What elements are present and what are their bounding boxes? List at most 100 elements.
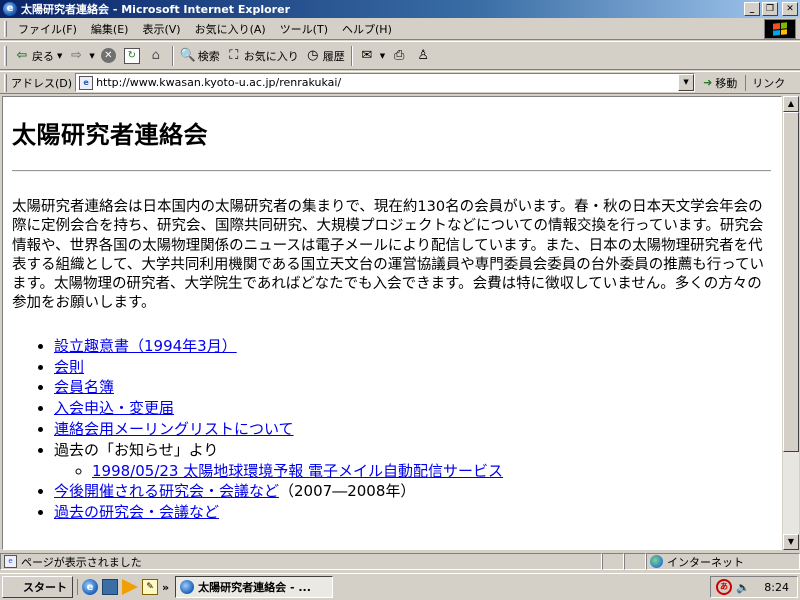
favorites-label: お気に入り	[243, 49, 299, 63]
past-news-sublist: 1998/05/23 太陽地球環境予報 電子メイル自動配信サービス	[92, 461, 771, 482]
prospectus-link[interactable]: 設立趣意書（1994年3月）	[54, 337, 237, 355]
address-input[interactable]: e http://www.kwasan.kyoto-u.ac.jp/renrak…	[75, 73, 696, 92]
toolbar-separator-2	[350, 45, 353, 66]
back-label: 戻る	[32, 49, 54, 63]
list-item: 1998/05/23 太陽地球環境予報 電子メイル自動配信サービス	[92, 461, 771, 482]
go-arrow-icon: ➜	[703, 76, 713, 89]
back-button[interactable]: ⇦ 戻る ▼	[11, 44, 65, 68]
page-viewport: 太陽研究者連絡会 太陽研究者連絡会は日本国内の太陽研究者の集まりで、現在約130…	[2, 96, 782, 550]
windows-flag-icon	[6, 581, 20, 593]
stop-button[interactable]: ✕	[98, 44, 121, 68]
past-meetings-link[interactable]: 過去の研究会・会議など	[54, 503, 219, 521]
media-player-icon[interactable]	[122, 579, 138, 595]
close-button[interactable]: ✕	[782, 2, 798, 16]
menu-help[interactable]: ヘルプ(H)	[335, 21, 399, 37]
restore-button[interactable]: ❐	[762, 2, 778, 16]
history-icon: ◷	[307, 48, 319, 63]
start-button[interactable]: スタート	[2, 576, 73, 598]
windows-logo	[764, 19, 796, 39]
list-item: 連絡会用メーリングリストについて	[54, 419, 771, 440]
zone-panel: インターネット	[646, 553, 800, 570]
menu-edit[interactable]: 編集(E)	[84, 21, 136, 37]
minimize-button[interactable]: _	[744, 2, 760, 16]
internet-globe-icon	[650, 555, 663, 568]
history-label: 履歴	[322, 49, 345, 63]
search-label: 検索	[197, 49, 220, 63]
favorites-button[interactable]: ⛶ お気に入り	[223, 44, 302, 68]
address-label: アドレス(D)	[11, 76, 73, 90]
menu-favorites[interactable]: お気に入り(A)	[188, 21, 273, 37]
links-button[interactable]: リンク	[745, 74, 785, 91]
rules-link[interactable]: 会則	[54, 358, 84, 376]
ie-window: e 太陽研究者連絡会 - Microsoft Internet Explorer…	[0, 0, 800, 600]
page-icon: e	[79, 75, 94, 90]
scroll-thumb[interactable]	[783, 112, 799, 452]
list-item: 会則	[54, 357, 771, 378]
roster-link[interactable]: 会員名簿	[54, 378, 114, 396]
menu-bar: ファイル(F) 編集(E) 表示(V) お気に入り(A) ツール(T) ヘルプ(…	[0, 18, 800, 40]
quick-launch: e ✎ »	[77, 579, 169, 595]
taskbar-window-label: 太陽研究者連絡会 - ...	[198, 581, 311, 594]
search-icon: 🔍	[179, 48, 196, 63]
ie-quicklaunch-icon[interactable]: e	[82, 579, 98, 595]
mail-button[interactable]: ✉ ▼	[356, 44, 388, 68]
print-button[interactable]: ⎙	[388, 44, 412, 68]
printer-icon: ⎙	[393, 48, 405, 63]
vertical-scrollbar[interactable]: ▲ ▼	[782, 96, 799, 550]
system-tray: あ 🔈 8:24	[710, 576, 798, 598]
go-label: 移動	[715, 76, 738, 90]
mail-dropdown-icon[interactable]: ▼	[380, 52, 385, 60]
favorites-icon: ⛶	[229, 48, 239, 63]
toolbar-grip	[4, 45, 7, 66]
go-button[interactable]: ➜ 移動	[703, 75, 737, 91]
home-button[interactable]: ⌂	[145, 44, 169, 68]
standard-toolbar: ⇦ 戻る ▼ ⇨ ▼ ✕ ↻ ⌂ 🔍 検索 ⛶ お気に入り ◷ 履歴 ✉ ▼ ⎙…	[0, 41, 800, 70]
intro-paragraph: 太陽研究者連絡会は日本国内の太陽研究者の集まりで、現在約130名の会員がいます。…	[12, 199, 764, 312]
back-dropdown-icon[interactable]: ▼	[57, 52, 62, 60]
forward-button[interactable]: ⇨ ▼	[65, 44, 97, 68]
past-news-link[interactable]: 1998/05/23 太陽地球環境予報 電子メイル自動配信サービス	[92, 462, 503, 480]
refresh-button[interactable]: ↻	[121, 44, 145, 68]
list-item: 入会申込・変更届	[54, 398, 771, 419]
windows-flag-icon	[773, 22, 787, 36]
status-text: ページが表示されました	[21, 555, 142, 569]
list-item: 会員名簿	[54, 377, 771, 398]
title-bar: e 太陽研究者連絡会 - Microsoft Internet Explorer…	[0, 0, 800, 18]
quicklaunch-more-icon[interactable]: »	[162, 581, 169, 594]
menu-view[interactable]: 表示(V)	[135, 21, 187, 37]
editor-icon[interactable]: ✎	[142, 579, 158, 595]
window-title: 太陽研究者連絡会 - Microsoft Internet Explorer	[21, 3, 290, 16]
menu-tools[interactable]: ツール(T)	[273, 21, 335, 37]
history-button[interactable]: ◷ 履歴	[302, 44, 348, 68]
upcoming-period-note: （2007―2008年）	[279, 482, 416, 501]
messenger-button[interactable]: ♙	[412, 44, 436, 68]
mail-icon: ✉	[361, 48, 373, 63]
forward-dropdown-icon[interactable]: ▼	[89, 52, 94, 60]
taskbar: スタート e ✎ » 太陽研究者連絡会 - ... あ 🔈 8:24	[0, 573, 800, 600]
taskbar-window-button[interactable]: 太陽研究者連絡会 - ...	[175, 576, 334, 598]
page-title: 太陽研究者連絡会	[12, 121, 208, 149]
status-text-panel: e ページが表示されました	[0, 553, 602, 570]
back-arrow-icon: ⇦	[16, 48, 28, 63]
address-url[interactable]: http://www.kwasan.kyoto-u.ac.jp/renrakuk…	[96, 76, 341, 89]
start-label: スタート	[23, 581, 67, 594]
scroll-up-button[interactable]: ▲	[783, 96, 799, 112]
volume-icon[interactable]: 🔈	[736, 581, 750, 594]
messenger-icon: ♙	[417, 48, 429, 63]
menu-file[interactable]: ファイル(F)	[11, 21, 84, 37]
mailing-list-link[interactable]: 連絡会用メーリングリストについて	[54, 420, 294, 438]
status-panel-blank-2	[624, 553, 646, 570]
address-dropdown-icon[interactable]: ▼	[678, 74, 695, 91]
application-link[interactable]: 入会申込・変更届	[54, 399, 174, 417]
ime-icon[interactable]: あ	[716, 579, 732, 595]
upcoming-meetings-link[interactable]: 今後開催される研究会・会議など	[54, 482, 279, 500]
link-list: 設立趣意書（1994年3月） 会則 会員名簿 入会申込・変更届 連絡会用メーリン…	[54, 336, 771, 523]
zone-text: インターネット	[667, 555, 744, 569]
scroll-down-button[interactable]: ▼	[783, 534, 799, 550]
refresh-icon: ↻	[123, 47, 140, 64]
address-bar: アドレス(D) e http://www.kwasan.kyoto-u.ac.j…	[0, 71, 800, 94]
list-item: 今後開催される研究会・会議など（2007―2008年）	[54, 481, 771, 502]
search-button[interactable]: 🔍 検索	[177, 44, 223, 68]
show-desktop-icon[interactable]	[102, 579, 118, 595]
stop-icon: ✕	[100, 48, 116, 63]
